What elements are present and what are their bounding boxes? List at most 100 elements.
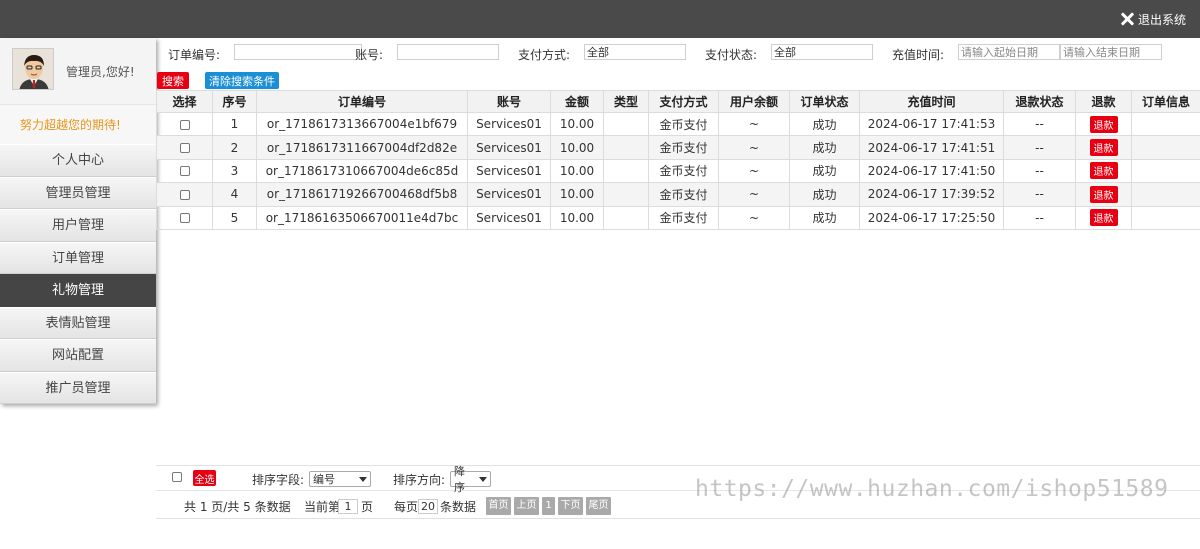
chevron-down-icon [359,476,367,482]
cell-balance: ~ [718,158,790,184]
cell-status: 成功 [789,205,860,230]
cell-order-no: or_1718617313667004e1bf679 [256,111,468,137]
select-all-checkbox[interactable] [172,472,182,482]
table-header-row: 选择 序号 订单编号 账号 金额 类型 支付方式 用户余额 订单状态 充值时间 … [156,90,1200,113]
col-header-amount[interactable]: 金额 [550,90,604,113]
cell-status: 成功 [789,158,860,184]
col-header-pay-method[interactable]: 支付方式 [648,90,719,113]
cell-account: Services01 [467,111,551,137]
last-page-button[interactable]: 尾页 [586,497,611,515]
cell-seq: 1 [212,111,257,137]
cell-pay-method: 金币支付 [648,205,719,230]
refund-button[interactable]: 退款 [1089,139,1118,157]
sidebar-item-promoter-management[interactable]: 推广员管理 [0,371,156,404]
sort-direction-label: 排序方向: [393,473,446,487]
prev-page-button[interactable]: 上页 [514,497,539,515]
order-no-label: 订单编号: [168,48,221,62]
cell-order-no: or_1718617310667004de6c85d [256,158,468,184]
pay-status-label: 支付状态: [705,48,758,62]
refund-button[interactable]: 退款 [1089,185,1118,203]
cell-info [1131,158,1200,184]
sidebar-item-order-management[interactable]: 订单管理 [0,241,156,274]
col-header-type[interactable]: 类型 [603,90,649,113]
per-page-input[interactable]: 20 [418,499,438,514]
order-no-input[interactable] [234,44,362,60]
col-header-refund: 退款 [1075,90,1132,113]
cell-time: 2024-06-17 17:41:53 [859,111,1004,137]
cell-balance: ~ [718,182,790,207]
page-number-button[interactable]: 1 [542,497,555,515]
cell-amount: 10.00 [550,158,604,184]
cell-seq: 3 [212,158,257,184]
cell-type [603,182,649,207]
pay-method-input[interactable] [584,44,686,60]
cell-refund-status: -- [1003,205,1076,230]
per-page-prefix: 每页 [394,500,419,514]
cell-status: 成功 [789,182,860,207]
row-checkbox[interactable] [179,143,190,154]
cell-balance: ~ [718,111,790,137]
cell-seq: 4 [212,182,257,207]
end-date-input[interactable] [1060,44,1162,60]
col-header-recharge-time[interactable]: 充值时间 [859,90,1004,113]
col-header-seq[interactable]: 序号 [212,90,257,113]
select-all-button[interactable]: 全选 [193,470,216,486]
row-checkbox[interactable] [179,166,190,177]
recharge-time-label: 充值时间: [892,48,945,62]
row-checkbox[interactable] [179,189,190,200]
sidebar-item-site-config[interactable]: 网站配置 [0,339,156,372]
cell-type [603,158,649,184]
sort-field-select[interactable]: 编号 [309,471,371,487]
row-checkbox[interactable] [179,213,190,224]
profile-panel: 管理员,您好! [0,38,156,104]
sort-direction-select[interactable]: 降序 [450,465,491,494]
per-page-suffix: 条数据 [440,500,477,514]
cell-time: 2024-06-17 17:39:52 [859,182,1004,207]
sidebar-item-personal-center[interactable]: 个人中心 [0,144,156,177]
table-row: 1 or_1718617313667004e1bf679 Services01 … [156,111,1200,137]
motto-text: 努力超越您的期待! [0,104,156,144]
cell-status: 成功 [789,135,860,160]
col-header-account[interactable]: 账号 [467,90,551,113]
refund-button[interactable]: 退款 [1089,115,1118,133]
cell-type [603,111,649,137]
pay-status-input[interactable] [771,44,873,60]
cell-refund-status: -- [1003,182,1076,207]
cell-pay-method: 金币支付 [648,111,719,137]
cell-balance: ~ [718,135,790,160]
sidebar-item-user-management[interactable]: 用户管理 [0,209,156,242]
cell-amount: 10.00 [550,135,604,160]
clear-search-button[interactable]: 清除搜索条件 [205,72,279,89]
table-row: 3 or_1718617310667004de6c85d Services01 … [156,158,1200,184]
account-label: 账号: [355,48,384,62]
start-date-input[interactable] [958,44,1060,60]
col-header-balance[interactable]: 用户余额 [718,90,790,113]
sidebar-item-admin-management[interactable]: 管理员管理 [0,176,156,209]
sidebar-item-sticker-management[interactable]: 表情贴管理 [0,306,156,339]
cell-amount: 10.00 [550,205,604,230]
chevron-down-icon [479,476,487,482]
col-header-refund-status[interactable]: 退款状态 [1003,90,1076,113]
cell-status: 成功 [789,111,860,137]
cell-time: 2024-06-17 17:25:50 [859,205,1004,230]
cell-info [1131,182,1200,207]
col-header-order-status[interactable]: 订单状态 [789,90,860,113]
sort-field-label: 排序字段: [252,473,305,487]
refund-button[interactable]: 退款 [1089,209,1118,227]
row-checkbox[interactable] [179,119,190,130]
account-input[interactable] [397,44,499,60]
cell-seq: 2 [212,135,257,160]
logout-button[interactable]: 退出系统 [1120,11,1186,27]
first-page-button[interactable]: 首页 [486,497,511,515]
col-header-order-no[interactable]: 订单编号 [256,90,468,113]
close-icon [1120,12,1134,26]
current-page-input[interactable]: 1 [338,499,358,514]
cell-type [603,135,649,160]
sidebar-item-gift-management[interactable]: 礼物管理 [0,274,156,307]
cell-info [1131,111,1200,137]
next-page-button[interactable]: 下页 [558,497,583,515]
cell-account: Services01 [467,205,551,230]
cell-pay-method: 金币支付 [648,135,719,160]
refund-button[interactable]: 退款 [1089,162,1118,180]
search-button[interactable]: 搜索 [157,72,189,89]
